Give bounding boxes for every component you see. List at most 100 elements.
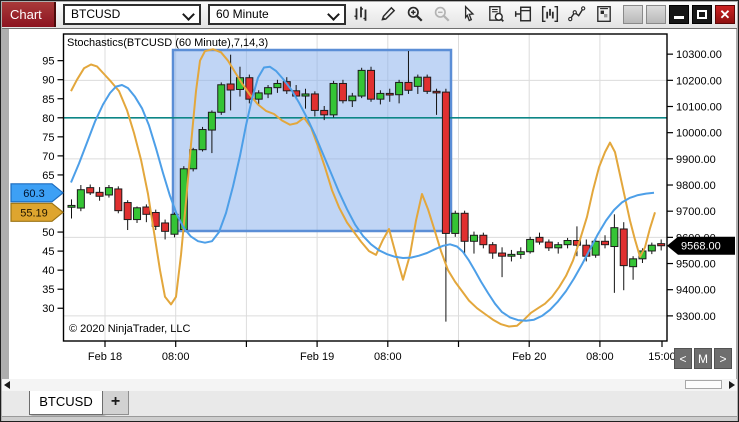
last-price-marker: 9568.00: [667, 237, 735, 255]
svg-text:10300.00: 10300.00: [676, 49, 722, 61]
candle-down: [536, 237, 543, 242]
svg-text:10000.00: 10000.00: [676, 128, 722, 140]
candle-down: [405, 82, 412, 90]
chart-canvas[interactable]: 95908580757065504540353010300.0010200.00…: [1, 1, 739, 422]
snap-mode-button[interactable]: M: [694, 348, 712, 369]
svg-text:30: 30: [42, 303, 54, 315]
candle-up: [105, 188, 112, 195]
candle-down: [339, 83, 346, 100]
svg-text:9800.00: 9800.00: [676, 180, 716, 192]
svg-text:75: 75: [42, 132, 54, 144]
candle-up: [396, 82, 403, 94]
svg-text:10200.00: 10200.00: [676, 75, 722, 87]
scrollbar-right-arrow-icon[interactable]: [729, 381, 735, 389]
candle-up: [611, 228, 618, 247]
svg-text:50: 50: [42, 227, 54, 239]
svg-text:© 2020 NinjaTrader, LLC: © 2020 NinjaTrader, LLC: [69, 323, 190, 335]
candle-up: [630, 259, 637, 267]
candle-up: [302, 94, 309, 96]
svg-text:08:00: 08:00: [162, 351, 190, 363]
svg-text:08:00: 08:00: [586, 351, 614, 363]
candle-up: [470, 235, 477, 241]
svg-text:Feb 19: Feb 19: [300, 351, 334, 363]
candle-up: [171, 214, 178, 234]
candle-down: [311, 94, 318, 110]
svg-text:95: 95: [42, 56, 54, 68]
candle-down: [480, 235, 487, 244]
candle-down: [424, 77, 431, 91]
svg-text:65: 65: [42, 170, 54, 182]
svg-text:60.3: 60.3: [23, 188, 44, 200]
candle-up: [134, 208, 141, 220]
candle-down: [620, 229, 627, 266]
candle-up: [648, 245, 655, 251]
candle-up: [564, 240, 571, 244]
candle-up: [199, 130, 206, 150]
candle-down: [227, 84, 234, 90]
add-tab-button[interactable]: +: [103, 391, 129, 415]
scrollbar-thumb[interactable]: [685, 380, 722, 389]
indicator-label: Stochastics(BTCUSD (60 Minute),7,14,3): [67, 37, 268, 49]
candle-down: [124, 203, 131, 220]
candle-down: [143, 207, 150, 214]
candle-down: [87, 188, 94, 193]
svg-text:15:00: 15:00: [648, 351, 676, 363]
svg-text:9400.00: 9400.00: [676, 285, 716, 297]
candle-down: [321, 110, 328, 114]
scroll-left-button[interactable]: <: [674, 348, 692, 369]
time-axis: Feb 18 08:00 Feb 19 08:00 Feb 20 08:00 15:00: [88, 341, 676, 363]
tab-bar: BTCUSD +: [2, 391, 737, 416]
stoch-d-marker: 60.3: [11, 184, 63, 202]
scroll-right-button[interactable]: >: [714, 348, 732, 369]
price-axis: 10300.0010200.0010100.0010000.009900.009…: [667, 49, 722, 323]
candle-down: [433, 91, 440, 93]
candle-up: [452, 213, 459, 233]
svg-text:9300.00: 9300.00: [676, 311, 716, 323]
candle-down: [489, 245, 496, 253]
candle-down: [368, 70, 375, 99]
candle-up: [414, 77, 421, 86]
svg-text:9700.00: 9700.00: [676, 206, 716, 218]
candle-up: [330, 83, 337, 114]
svg-text:80: 80: [42, 113, 54, 125]
svg-text:35: 35: [42, 284, 54, 296]
candle-up: [265, 88, 272, 94]
svg-text:9568.00: 9568.00: [681, 241, 721, 253]
candle-up: [218, 85, 225, 112]
svg-text:40: 40: [42, 265, 54, 277]
candle-up: [527, 239, 534, 251]
scrollbar-left-arrow-icon[interactable]: [4, 381, 10, 389]
candle-up: [208, 112, 215, 130]
candle-down: [115, 189, 122, 211]
svg-text:10100.00: 10100.00: [676, 101, 722, 113]
svg-text:08:00: 08:00: [374, 351, 402, 363]
svg-text:Stochastics(BTCUSD (60 Minute): Stochastics(BTCUSD (60 Minute),7,14,3): [67, 37, 268, 49]
candle-up: [255, 93, 262, 99]
horizontal-scrollbar[interactable]: [2, 379, 737, 391]
candle-down: [96, 192, 103, 196]
candle-down: [162, 223, 169, 231]
candle-up: [377, 93, 384, 99]
svg-text:85: 85: [42, 94, 54, 106]
candle-up: [358, 70, 365, 96]
chart-window: 95908580757065504540353010300.0010200.00…: [0, 0, 739, 422]
candle-up: [349, 96, 356, 101]
stoch-k-marker: 55.19: [11, 203, 63, 221]
svg-text:Feb 18: Feb 18: [88, 351, 122, 363]
candle-up: [555, 245, 562, 248]
window-bottom-edge: [2, 416, 737, 422]
candle-down: [545, 242, 552, 248]
candle-up: [517, 252, 524, 255]
svg-text:70: 70: [42, 151, 54, 163]
svg-text:Feb 20: Feb 20: [512, 351, 546, 363]
chart-nav-buttons: < M >: [674, 348, 732, 369]
candle-down: [442, 92, 449, 233]
copyright-label: © 2020 NinjaTrader, LLC: [69, 323, 190, 335]
candle-down: [461, 213, 468, 241]
svg-text:55.19: 55.19: [20, 207, 48, 219]
candle-up: [508, 254, 515, 256]
candle-up: [68, 205, 75, 207]
tab-btcusd[interactable]: BTCUSD: [29, 391, 103, 415]
candle-down: [602, 241, 609, 244]
candle-up: [274, 83, 281, 87]
